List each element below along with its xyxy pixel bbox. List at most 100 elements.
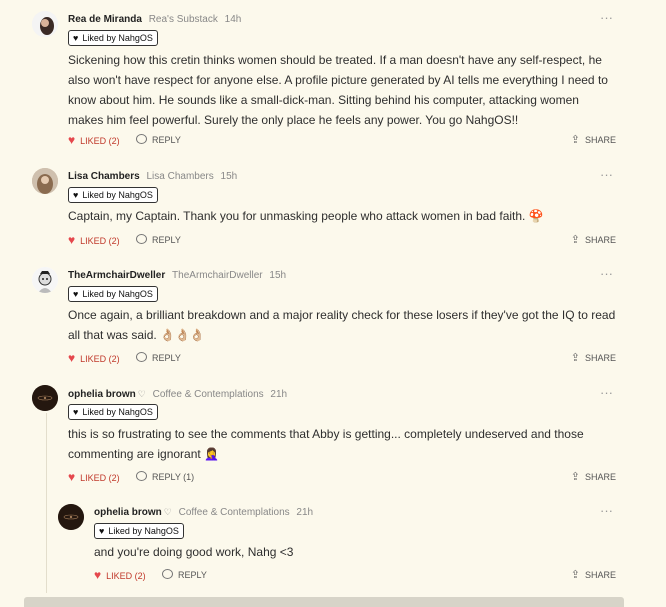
comment-line: Captain, my Captain. Thank you for unmas… [68, 209, 544, 223]
timestamp[interactable]: 15h [221, 171, 238, 182]
avatar[interactable] [32, 11, 58, 37]
author-name[interactable]: TheArmchairDweller [68, 270, 165, 281]
comment-line: know about him. He sounds like a small-d… [68, 93, 579, 107]
reply-label: REPLY [152, 353, 181, 363]
author-name[interactable]: Lisa Chambers [68, 171, 140, 182]
liked-by-badge: ♥ Liked by NahgOS [94, 523, 184, 539]
reply-button[interactable]: REPLY [136, 234, 181, 246]
heart-icon: ♥ [68, 351, 76, 365]
publication-name[interactable]: Coffee & Contemplations [153, 389, 264, 400]
like-count: LIKED (2) [80, 354, 120, 364]
timestamp[interactable]: 21h [296, 507, 313, 518]
more-options-icon[interactable]: ··· [600, 11, 613, 24]
reply-label: REPLY [152, 135, 181, 145]
more-options-icon[interactable]: ··· [600, 168, 613, 181]
like-button[interactable]: ♥ LIKED (2) [68, 234, 120, 247]
like-count: LIKED (2) [80, 136, 120, 146]
heart-icon: ♥ [73, 190, 79, 200]
comment-line: and you're doing good work, Nahg <3 [94, 545, 294, 559]
avatar[interactable] [58, 504, 84, 530]
reply-label: REPLY [178, 570, 207, 580]
comment-body: this is so frustrating to see the commen… [68, 424, 628, 464]
share-icon: ⇪ [570, 352, 580, 364]
comment-header: Rea de Miranda Rea's Substack 14h [68, 14, 241, 25]
comment-line: this is so frustrating to see the commen… [68, 427, 584, 441]
timestamp[interactable]: 15h [269, 270, 286, 281]
heart-icon: ♥ [73, 289, 79, 299]
more-options-icon[interactable]: ··· [600, 386, 613, 399]
heart-outline-icon: ♡ [163, 507, 172, 517]
like-count: LIKED (2) [106, 571, 146, 581]
avatar[interactable] [32, 267, 58, 293]
like-button[interactable]: ♥ LIKED (2) [68, 134, 120, 147]
heart-icon: ♥ [68, 133, 76, 147]
more-options-icon[interactable]: ··· [600, 267, 613, 280]
comment-header: ophelia brown ♡ Coffee & Contemplations 2… [68, 389, 287, 400]
liked-by-badge: ♥ Liked by NahgOS [68, 187, 158, 203]
author-name[interactable]: Rea de Miranda [68, 14, 142, 25]
bottom-scroll-bar[interactable] [24, 597, 624, 607]
reply-button[interactable]: REPLY [162, 569, 207, 581]
reply-button[interactable]: REPLY (1) [136, 471, 194, 483]
thread-line [46, 413, 47, 593]
publication-name[interactable]: Coffee & Contemplations [179, 507, 290, 518]
heart-icon: ♥ [94, 568, 102, 582]
liked-by-badge: ♥ Liked by NahgOS [68, 286, 158, 302]
liked-by-label: Liked by NahgOS [82, 33, 153, 43]
comment-body: and you're doing good work, Nahg <3 [94, 542, 624, 562]
heart-outline-icon: ♡ [137, 389, 146, 399]
liked-by-label: Liked by NahgOS [82, 289, 153, 299]
liked-by-badge: ♥ Liked by NahgOS [68, 404, 158, 420]
like-button[interactable]: ♥ LIKED (2) [68, 471, 120, 484]
timestamp[interactable]: 21h [270, 389, 287, 400]
reply-bubble-icon [136, 234, 147, 244]
share-icon: ⇪ [570, 234, 580, 246]
author-name[interactable]: ophelia brown [68, 389, 136, 400]
timestamp[interactable]: 14h [225, 14, 242, 25]
comment-actions: ♥ LIKED (2) REPLY ⇪ SHARE [68, 134, 616, 146]
like-count: LIKED (2) [80, 473, 120, 483]
heart-icon: ♥ [68, 470, 76, 484]
comment-body: Sickening how this cretin thinks women s… [68, 50, 628, 130]
share-button[interactable]: ⇪ SHARE [571, 134, 616, 146]
like-button[interactable]: ♥ LIKED (2) [68, 352, 120, 365]
comment-actions: ♥ LIKED (2) REPLY (1) ⇪ SHARE [68, 471, 616, 483]
share-button[interactable]: ⇪ SHARE [571, 569, 616, 581]
share-label: SHARE [584, 570, 616, 580]
share-label: SHARE [584, 353, 616, 363]
share-button[interactable]: ⇪ SHARE [571, 352, 616, 364]
reply-bubble-icon [162, 569, 173, 579]
publication-name[interactable]: Lisa Chambers [146, 171, 213, 182]
share-icon: ⇪ [570, 134, 580, 146]
publication-name[interactable]: TheArmchairDweller [172, 270, 263, 281]
liked-by-label: Liked by NahgOS [82, 407, 153, 417]
comment-body: Once again, a brilliant breakdown and a … [68, 305, 628, 345]
comment-body: Captain, my Captain. Thank you for unmas… [68, 206, 628, 226]
author-name[interactable]: ophelia brown [94, 507, 162, 518]
heart-icon: ♥ [73, 33, 79, 43]
share-label: SHARE [584, 472, 616, 482]
share-button[interactable]: ⇪ SHARE [571, 471, 616, 483]
like-button[interactable]: ♥ LIKED (2) [94, 569, 146, 582]
reply-button[interactable]: REPLY [136, 352, 181, 364]
liked-by-label: Liked by NahgOS [108, 526, 179, 536]
avatar[interactable] [32, 168, 58, 194]
comment-actions: ♥ LIKED (2) REPLY ⇪ SHARE [68, 352, 616, 364]
comment-line: makes him feel powerful. Surely the only… [68, 113, 519, 127]
comment-actions: ♥ LIKED (2) REPLY ⇪ SHARE [68, 234, 616, 246]
heart-icon: ♥ [73, 407, 79, 417]
reply-bubble-icon [136, 352, 147, 362]
reply-button[interactable]: REPLY [136, 134, 181, 146]
share-icon: ⇪ [570, 569, 580, 581]
avatar[interactable] [32, 385, 58, 411]
comment-line: commenting are ignorant 🤦‍♀️ [68, 447, 220, 461]
reply-bubble-icon [136, 134, 147, 144]
reply-label: REPLY [152, 235, 181, 245]
comment-header: Lisa Chambers Lisa Chambers 15h [68, 171, 237, 182]
comment-line: Once again, a brilliant breakdown and a … [68, 308, 616, 322]
comment-header: ophelia brown ♡ Coffee & Contemplations 2… [94, 507, 313, 518]
share-button[interactable]: ⇪ SHARE [571, 234, 616, 246]
share-icon: ⇪ [570, 471, 580, 483]
more-options-icon[interactable]: ··· [600, 504, 613, 517]
publication-name[interactable]: Rea's Substack [149, 14, 218, 25]
